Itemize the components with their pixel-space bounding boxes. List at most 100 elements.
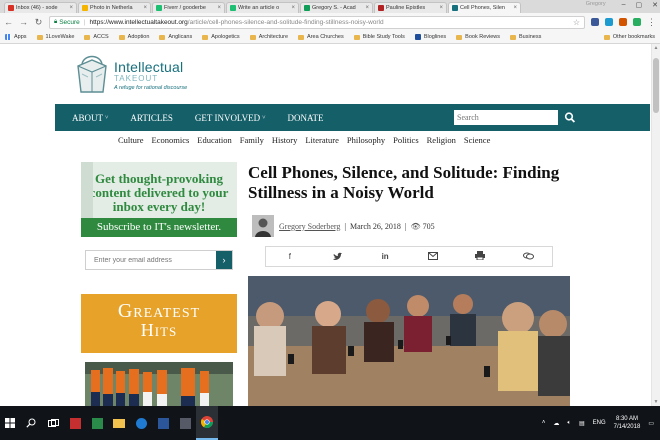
extension-icon[interactable] [591, 18, 599, 26]
app-taskbar-icon[interactable] [86, 406, 108, 440]
bookmark-star-icon[interactable]: ☆ [573, 18, 580, 27]
browser-tab-active[interactable]: Cell Phones, Silen × [448, 2, 521, 13]
bookmark-folder[interactable]: Business [510, 34, 541, 40]
close-icon[interactable]: × [217, 5, 221, 11]
word-icon[interactable] [152, 406, 174, 440]
windows-start-icon[interactable] [0, 406, 20, 440]
search-icon[interactable] [564, 110, 576, 125]
category-philosophy[interactable]: Philosophy [347, 135, 385, 145]
close-icon[interactable]: × [291, 5, 295, 11]
category-culture[interactable]: Culture [118, 135, 144, 145]
chrome-icon[interactable] [196, 406, 218, 440]
category-politics[interactable]: Politics [393, 135, 419, 145]
print-icon[interactable] [473, 251, 487, 262]
bookmark-folder[interactable]: Book Reviews [456, 34, 500, 40]
bookmark-folder[interactable]: 1LoveWake [36, 34, 74, 40]
app-taskbar-icon[interactable] [64, 406, 86, 440]
nav-donate[interactable]: DONATE [288, 113, 324, 123]
category-science[interactable]: Science [464, 135, 490, 145]
lock-icon: 🔒︎ [54, 18, 58, 25]
bookmark-folder[interactable]: Adoption [118, 34, 149, 40]
scroll-down-icon[interactable]: ▼ [652, 399, 660, 405]
category-economics[interactable]: Economics [152, 135, 190, 145]
other-bookmarks[interactable]: Other bookmarks [603, 34, 655, 40]
reload-icon[interactable]: ↻ [34, 17, 43, 28]
author-avatar[interactable] [252, 215, 274, 237]
clock[interactable]: 8:30 AM 7/14/2018 [614, 415, 641, 431]
maximize-icon[interactable]: ▢ [636, 1, 643, 9]
bookmark-folder[interactable]: Apologetics [202, 34, 240, 40]
volume-icon[interactable]: 🔈︎ [567, 420, 571, 427]
bookmark-apps[interactable]: Apps [5, 34, 27, 40]
browser-tab[interactable]: Fiverr / gooderbe × [152, 2, 225, 13]
bookmark-folder[interactable]: Area Churches [298, 34, 344, 40]
subscribe-banner[interactable]: Subscribe to IT's newsletter. [81, 218, 237, 237]
newsletter-promo[interactable]: Get thought-provoking content delivered … [81, 162, 237, 237]
browser-tab[interactable]: Gregory S. - Acad × [300, 2, 373, 13]
main-nav: ABOUT ˅ ARTICLES GET INVOLVED ˅ DONATE [55, 104, 650, 131]
extension-icon[interactable] [605, 18, 613, 26]
site-search-input[interactable] [454, 110, 558, 125]
address-bar[interactable]: 🔒︎ Secure | https://www.intellectualtake… [49, 15, 585, 29]
close-icon[interactable]: × [513, 5, 517, 11]
close-icon[interactable]: × [69, 5, 73, 11]
close-icon[interactable]: × [143, 5, 147, 11]
nav-about[interactable]: ABOUT ˅ [72, 113, 108, 123]
nav-articles[interactable]: ARTICLES [130, 113, 172, 123]
bookmark-folder[interactable]: Bible Study Tools [353, 34, 405, 40]
category-literature[interactable]: Literature [305, 135, 339, 145]
task-view-icon[interactable] [42, 406, 64, 440]
browser-tab[interactable]: Inbox (46) - sode × [4, 2, 77, 13]
comments-icon[interactable] [521, 252, 535, 262]
scroll-up-icon[interactable]: ▲ [652, 45, 660, 51]
bookmark-folder[interactable]: ACCS [84, 34, 109, 40]
nav-get-involved[interactable]: GET INVOLVED ˅ [195, 113, 266, 123]
bookmark-folder[interactable]: Architecture [249, 34, 288, 40]
views-eye-icon: 👁︎ [410, 221, 421, 231]
network-icon[interactable]: ▤ [579, 420, 585, 427]
football-players-image[interactable] [85, 362, 233, 406]
keyboard-language[interactable]: ENG [593, 420, 606, 426]
cloud-icon[interactable]: ☁︎ [553, 420, 559, 427]
takeout-box-logo-icon [72, 52, 112, 96]
extension-icon[interactable] [633, 18, 641, 26]
category-family[interactable]: Family [240, 135, 264, 145]
search-icon[interactable] [20, 406, 42, 440]
category-education[interactable]: Education [197, 135, 231, 145]
tray-chevron-up-icon[interactable]: ˄ [542, 420, 546, 426]
back-icon[interactable]: ← [4, 17, 13, 27]
close-icon[interactable]: × [365, 5, 369, 11]
article-photo-students-on-phones[interactable] [248, 276, 570, 406]
linkedin-icon[interactable]: in [378, 252, 392, 261]
app-taskbar-icon[interactable] [174, 406, 196, 440]
minimize-icon[interactable]: – [622, 1, 626, 9]
profile-name[interactable]: Gregory [586, 1, 606, 9]
scrollbar-thumb[interactable] [653, 58, 659, 113]
forward-icon[interactable]: → [19, 17, 28, 27]
twitter-icon[interactable] [330, 252, 344, 262]
file-explorer-icon[interactable] [108, 406, 130, 440]
extension-icon[interactable] [619, 18, 627, 26]
email-input[interactable] [86, 251, 214, 269]
browser-tab[interactable]: Pauline Epistles × [374, 2, 447, 13]
menu-icon[interactable]: ⋮ [647, 17, 656, 28]
notifications-icon[interactable]: ▭ [648, 420, 654, 427]
bookmark-folder[interactable]: Anglicans [159, 34, 192, 40]
logo-line2: TAKEOUT [114, 74, 159, 83]
category-history[interactable]: History [272, 135, 298, 145]
close-window-icon[interactable]: ✕ [652, 1, 658, 9]
category-religion[interactable]: Religion [427, 135, 456, 145]
browser-tab[interactable]: Write an article o × [226, 2, 299, 13]
page-scrollbar[interactable]: ▲ ▼ [651, 44, 660, 406]
greatest-hits-banner[interactable]: Greatest Hits [81, 294, 237, 353]
site-logo[interactable]: Intellectual TAKEOUT A refuge for ration… [72, 52, 187, 96]
browser-tab[interactable]: Photo in Netherla × [78, 2, 151, 13]
email-icon[interactable] [426, 251, 440, 262]
facebook-icon[interactable]: f [283, 252, 297, 261]
submit-arrow-button[interactable]: › [216, 251, 232, 269]
bookmark-site[interactable]: Bloglines [414, 34, 446, 40]
folder-icon [603, 34, 610, 40]
edge-icon[interactable] [130, 406, 152, 440]
author-link[interactable]: Gregory Soderberg [279, 222, 340, 231]
close-icon[interactable]: × [439, 5, 443, 11]
